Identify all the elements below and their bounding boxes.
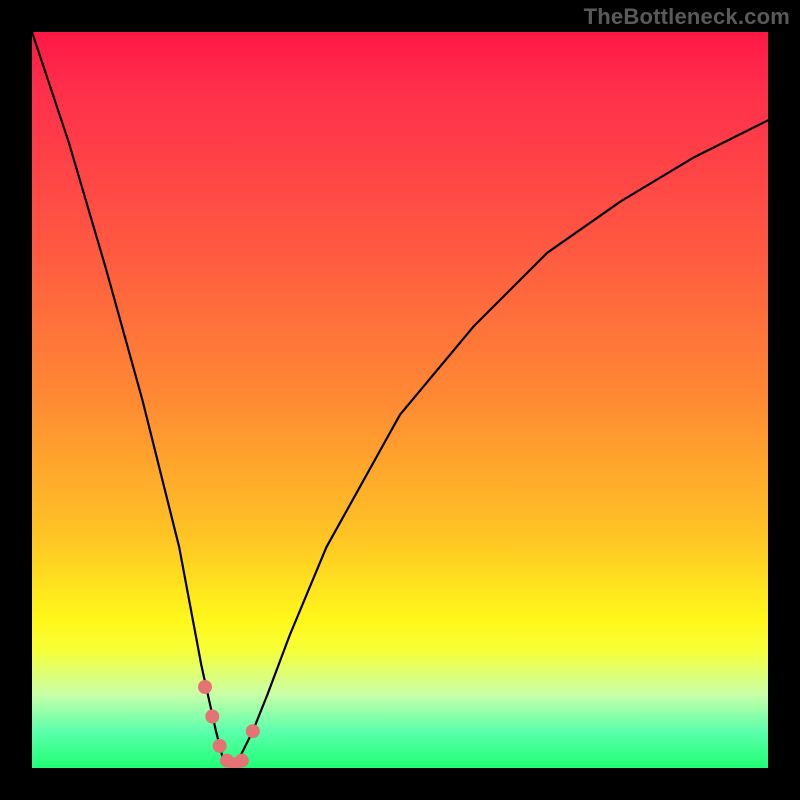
bottleneck-curve [32, 32, 768, 768]
marker-dots [198, 680, 260, 768]
chart-frame: TheBottleneck.com [0, 0, 800, 800]
marker-dot [198, 680, 212, 694]
curve-layer [32, 32, 768, 768]
marker-dot [213, 739, 227, 753]
marker-dot [235, 754, 249, 768]
plot-area [32, 32, 768, 768]
marker-dot [205, 710, 219, 724]
marker-dot [246, 724, 260, 738]
watermark-text: TheBottleneck.com [584, 4, 790, 30]
